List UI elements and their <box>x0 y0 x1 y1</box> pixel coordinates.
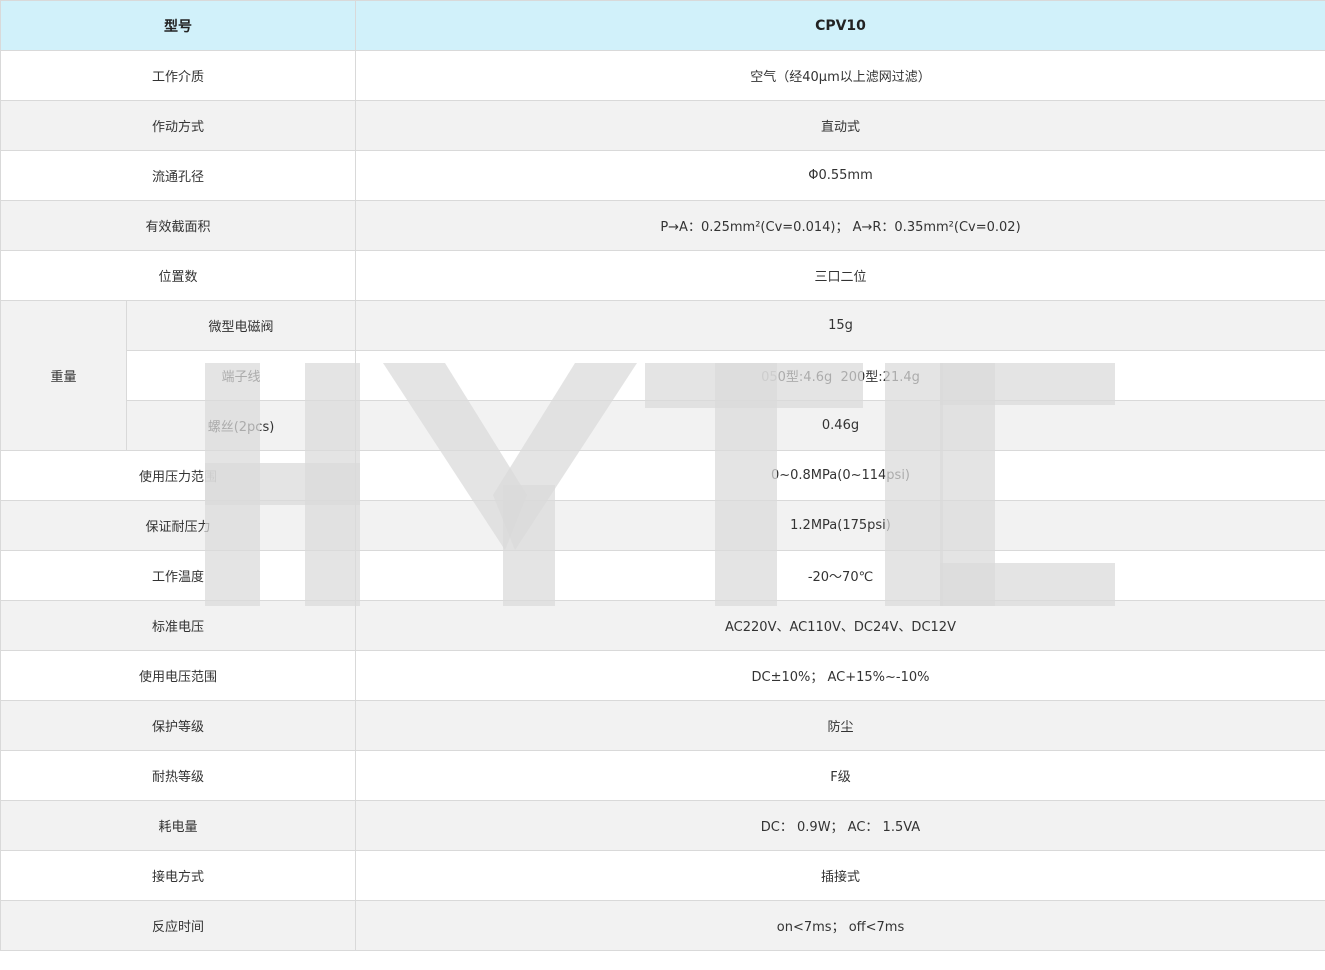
row-value: -20～70℃ <box>355 550 1325 601</box>
row-label: 耐热等级 <box>0 750 356 801</box>
row-value: on<7ms； off<7ms <box>355 900 1325 951</box>
table-row: 保证耐压力 1.2MPa(175psi) <box>0 500 1325 551</box>
row-value: AC220V、AC110V、DC24V、DC12V <box>355 600 1325 651</box>
weight-sub-value: 050型:4.6g 200型:21.4g <box>355 350 1325 401</box>
table-row: 端子线 050型:4.6g 200型:21.4g <box>1 350 1325 401</box>
row-label: 有效截面积 <box>0 200 356 251</box>
row-label: 工作介质 <box>0 50 356 101</box>
table-row: 工作温度 -20～70℃ <box>0 550 1325 601</box>
table-row: 重量 微型电磁阀 15g <box>0 300 1325 451</box>
table-row: 保护等级 防尘 <box>0 700 1325 751</box>
table-header-row: 型号 CPV10 <box>0 0 1325 51</box>
row-label: 耗电量 <box>0 800 356 851</box>
row-value: F级 <box>355 750 1325 801</box>
row-value: 1.2MPa(175psi) <box>355 500 1325 551</box>
table-row: 使用压力范围 0~0.8MPa(0~114psi) <box>0 450 1325 501</box>
row-value: 直动式 <box>355 100 1325 151</box>
row-value: DC±10%； AC+15%~-10% <box>355 650 1325 701</box>
row-label: 位置数 <box>0 250 356 301</box>
row-label: 保护等级 <box>0 700 356 751</box>
row-label: 保证耐压力 <box>0 500 356 551</box>
table-row: 耐热等级 F级 <box>0 750 1325 801</box>
table-row: 有效截面积 P→A：0.25mm²(Cv=0.014)； A→R：0.35mm²… <box>0 200 1325 251</box>
table-row: 作动方式 直动式 <box>0 100 1325 151</box>
row-label: 工作温度 <box>0 550 356 601</box>
row-value: Φ0.55mm <box>355 150 1325 201</box>
row-label: 接电方式 <box>0 850 356 901</box>
table-row: 标准电压 AC220V、AC110V、DC24V、DC12V <box>0 600 1325 651</box>
weight-group-label: 重量 <box>0 300 127 451</box>
weight-sub-label: 微型电磁阀 <box>126 300 356 351</box>
row-value: 0~0.8MPa(0~114psi) <box>355 450 1325 501</box>
row-value: 三口二位 <box>355 250 1325 301</box>
row-label: 作动方式 <box>0 100 356 151</box>
weight-sub-value: 0.46g <box>355 400 1325 451</box>
row-value: DC： 0.9W； AC： 1.5VA <box>355 800 1325 851</box>
table-row: 反应时间 on<7ms； off<7ms <box>0 900 1325 951</box>
row-value: 空气（经40μm以上滤网过滤） <box>355 50 1325 101</box>
table-row: 位置数 三口二位 <box>0 250 1325 301</box>
table-row: 工作介质 空气（经40μm以上滤网过滤） <box>0 50 1325 101</box>
row-label: 反应时间 <box>0 900 356 951</box>
table-row: 流通孔径 Φ0.55mm <box>0 150 1325 201</box>
row-value: 防尘 <box>355 700 1325 751</box>
row-label: 流通孔径 <box>0 150 356 201</box>
row-label: 标准电压 <box>0 600 356 651</box>
table-row: 耗电量 DC： 0.9W； AC： 1.5VA <box>0 800 1325 851</box>
row-label: 使用压力范围 <box>0 450 356 501</box>
spec-table: 型号 CPV10 工作介质 空气（经40μm以上滤网过滤） 作动方式 直动式 流… <box>0 0 1325 951</box>
table-row: 螺丝(2pcs) 0.46g <box>1 400 1325 451</box>
table-row: 接电方式 插接式 <box>0 850 1325 901</box>
table-row: 使用电压范围 DC±10%； AC+15%~-10% <box>0 650 1325 701</box>
row-value: P→A：0.25mm²(Cv=0.014)； A→R：0.35mm²(Cv=0.… <box>355 200 1325 251</box>
weight-sub-value: 15g <box>355 300 1325 351</box>
header-label: 型号 <box>0 0 356 51</box>
weight-sub-label: 螺丝(2pcs) <box>126 400 356 451</box>
header-model: CPV10 <box>355 0 1325 51</box>
row-value: 插接式 <box>355 850 1325 901</box>
row-label: 使用电压范围 <box>0 650 356 701</box>
weight-sub-label: 端子线 <box>126 350 356 401</box>
